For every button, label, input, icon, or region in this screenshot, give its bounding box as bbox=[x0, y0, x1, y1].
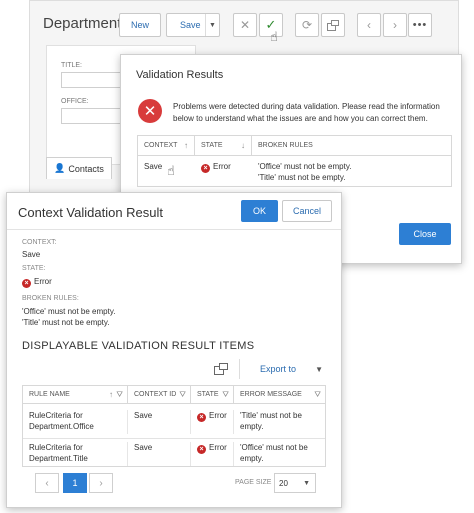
cell-text: 'Office' must not be bbox=[240, 443, 308, 452]
error-icon: × bbox=[197, 413, 206, 422]
export-to-button[interactable]: Export to ▼ bbox=[239, 359, 331, 379]
cell-context-id[interactable]: Save bbox=[128, 442, 191, 466]
save-button[interactable]: Save ▼ bbox=[166, 13, 220, 37]
cell-broken-rules[interactable]: 'Office' must not be empty. 'Title' must… bbox=[252, 156, 451, 188]
sort-up-icon[interactable]: ↑ bbox=[109, 390, 113, 399]
cell-state[interactable]: × Error bbox=[191, 442, 234, 466]
divider bbox=[7, 229, 341, 230]
broken-rules-label: BROKEN RULES: bbox=[22, 295, 79, 302]
column-header-label: RULE NAME bbox=[29, 391, 70, 398]
column-header-broken-rules[interactable]: BROKEN RULES bbox=[252, 136, 451, 156]
cell-state[interactable]: × Error bbox=[195, 156, 252, 178]
page-title: Department bbox=[43, 15, 122, 32]
column-header-context-id[interactable]: CONTEXT ID ⛛ bbox=[128, 386, 191, 404]
ok-button[interactable]: OK bbox=[241, 200, 278, 222]
broken-rule-line: 'Office' must not be empty. bbox=[258, 162, 352, 171]
next-icon[interactable]: › bbox=[383, 13, 407, 37]
page-button-current[interactable]: 1 bbox=[63, 473, 87, 493]
filter-icon[interactable]: ⛛ bbox=[179, 390, 186, 400]
previous-icon[interactable]: ‹ bbox=[357, 13, 381, 37]
column-header-error-message[interactable]: ERROR MESSAGE ⛛ bbox=[234, 386, 325, 404]
state-label: STATE: bbox=[22, 265, 46, 272]
filter-icon[interactable]: ⛛ bbox=[222, 390, 229, 400]
tab-contacts-label: Contacts bbox=[68, 163, 104, 174]
broken-rule-line: 'Title' must not be empty. bbox=[22, 318, 110, 327]
state-value: × Error bbox=[22, 276, 52, 288]
layout-icon[interactable] bbox=[321, 13, 345, 37]
sort-up-icon[interactable]: ↑ bbox=[184, 141, 188, 150]
dialog-title: Context Validation Result bbox=[18, 205, 164, 220]
row-divider bbox=[23, 438, 325, 439]
refresh-icon[interactable]: ⟳ bbox=[295, 13, 319, 37]
cell-text: Department.Office bbox=[29, 422, 94, 431]
page-size-select[interactable]: 20 ▼ bbox=[274, 473, 316, 493]
cell-text: empty. bbox=[240, 454, 264, 463]
validation-results-table: CONTEXT ↑ STATE ↓ BROKEN RULES Save × Err… bbox=[137, 135, 452, 187]
cell-text: Error bbox=[209, 443, 227, 452]
close-button[interactable]: Close bbox=[399, 223, 451, 245]
cell-text: RuleCriteria for bbox=[29, 443, 83, 452]
column-header-context[interactable]: CONTEXT ↑ bbox=[138, 136, 195, 156]
export-label: Export to bbox=[260, 364, 297, 374]
cell-rule-name[interactable]: RuleCriteria for Department.Office bbox=[23, 410, 128, 434]
more-actions-button[interactable]: ••• bbox=[408, 13, 432, 37]
cancel-button[interactable]: Cancel bbox=[282, 200, 332, 222]
filter-icon[interactable]: ⛛ bbox=[314, 390, 321, 400]
column-header-rule-name[interactable]: RULE NAME ↑ ⛛ bbox=[23, 386, 128, 404]
office-label: OFFICE: bbox=[61, 98, 89, 105]
error-icon: × bbox=[22, 279, 31, 288]
broken-rule-line: 'Title' must not be empty. bbox=[258, 173, 346, 182]
error-icon: ✕ bbox=[138, 99, 162, 123]
context-label: CONTEXT: bbox=[22, 239, 57, 246]
next-page-icon[interactable]: › bbox=[89, 473, 113, 493]
cell-text: empty. bbox=[240, 422, 264, 431]
column-header-label: STATE bbox=[201, 142, 223, 149]
cell-context-id[interactable]: Save bbox=[128, 410, 191, 434]
error-icon: × bbox=[201, 164, 210, 173]
context-validation-result-dialog: Context Validation Result OK Cancel CONT… bbox=[6, 192, 342, 508]
page-size-label: PAGE SIZE bbox=[235, 479, 272, 486]
cancel-icon[interactable]: ✕ bbox=[233, 13, 257, 37]
validation-items-grid: RULE NAME ↑ ⛛ CONTEXT ID ⛛ STATE ⛛ ERROR… bbox=[22, 385, 326, 467]
section-title: DISPLAYABLE VALIDATION RESULT ITEMS bbox=[22, 340, 255, 352]
cell-error-message[interactable]: 'Title' must not be empty. bbox=[234, 410, 325, 434]
column-header-state[interactable]: STATE ↓ bbox=[195, 136, 252, 156]
chevron-down-icon: ▼ bbox=[315, 364, 323, 374]
column-header-label: ERROR MESSAGE bbox=[240, 391, 302, 398]
cell-text: 'Title' must not be bbox=[240, 411, 302, 420]
cell-text: RuleCriteria for bbox=[29, 411, 83, 420]
validation-message: Problems were detected during data valid… bbox=[173, 102, 440, 123]
state-value-text: Error bbox=[34, 277, 52, 286]
column-header-label: STATE bbox=[197, 391, 219, 398]
hand-cursor-icon: ☝ bbox=[270, 29, 278, 44]
cell-state[interactable]: × Error bbox=[191, 410, 234, 434]
cell-text: Department.Title bbox=[29, 454, 88, 463]
layout-icon[interactable] bbox=[214, 363, 228, 375]
broken-rule-line: 'Office' must not be empty. bbox=[22, 307, 116, 316]
hand-cursor-icon: ☝ bbox=[167, 163, 175, 178]
page-size-value: 20 bbox=[279, 478, 288, 488]
column-header-label: CONTEXT bbox=[144, 142, 178, 149]
cell-rule-name[interactable]: RuleCriteria for Department.Title bbox=[23, 442, 128, 466]
sort-down-icon[interactable]: ↓ bbox=[241, 141, 245, 150]
save-dropdown-icon[interactable]: ▼ bbox=[205, 14, 219, 36]
cell-error-message[interactable]: 'Office' must not be empty. bbox=[234, 442, 325, 466]
column-header-label: BROKEN RULES bbox=[258, 142, 313, 149]
dialog-title: Validation Results bbox=[136, 69, 224, 81]
tab-contacts[interactable]: 👤 Contacts bbox=[46, 157, 112, 179]
contacts-icon: 👤 bbox=[54, 163, 66, 173]
column-header-state[interactable]: STATE ⛛ bbox=[191, 386, 234, 404]
filter-icon[interactable]: ⛛ bbox=[116, 390, 123, 400]
cell-text: Error bbox=[209, 411, 227, 420]
error-icon: × bbox=[197, 445, 206, 454]
save-button-label: Save bbox=[180, 20, 201, 30]
previous-page-icon[interactable]: ‹ bbox=[35, 473, 59, 493]
column-header-label: CONTEXT ID bbox=[134, 391, 177, 398]
title-label: TITLE: bbox=[61, 62, 83, 69]
context-value: Save bbox=[22, 250, 41, 259]
new-button[interactable]: New bbox=[119, 13, 161, 37]
state-label: Error bbox=[213, 162, 231, 171]
chevron-down-icon: ▼ bbox=[303, 479, 310, 487]
